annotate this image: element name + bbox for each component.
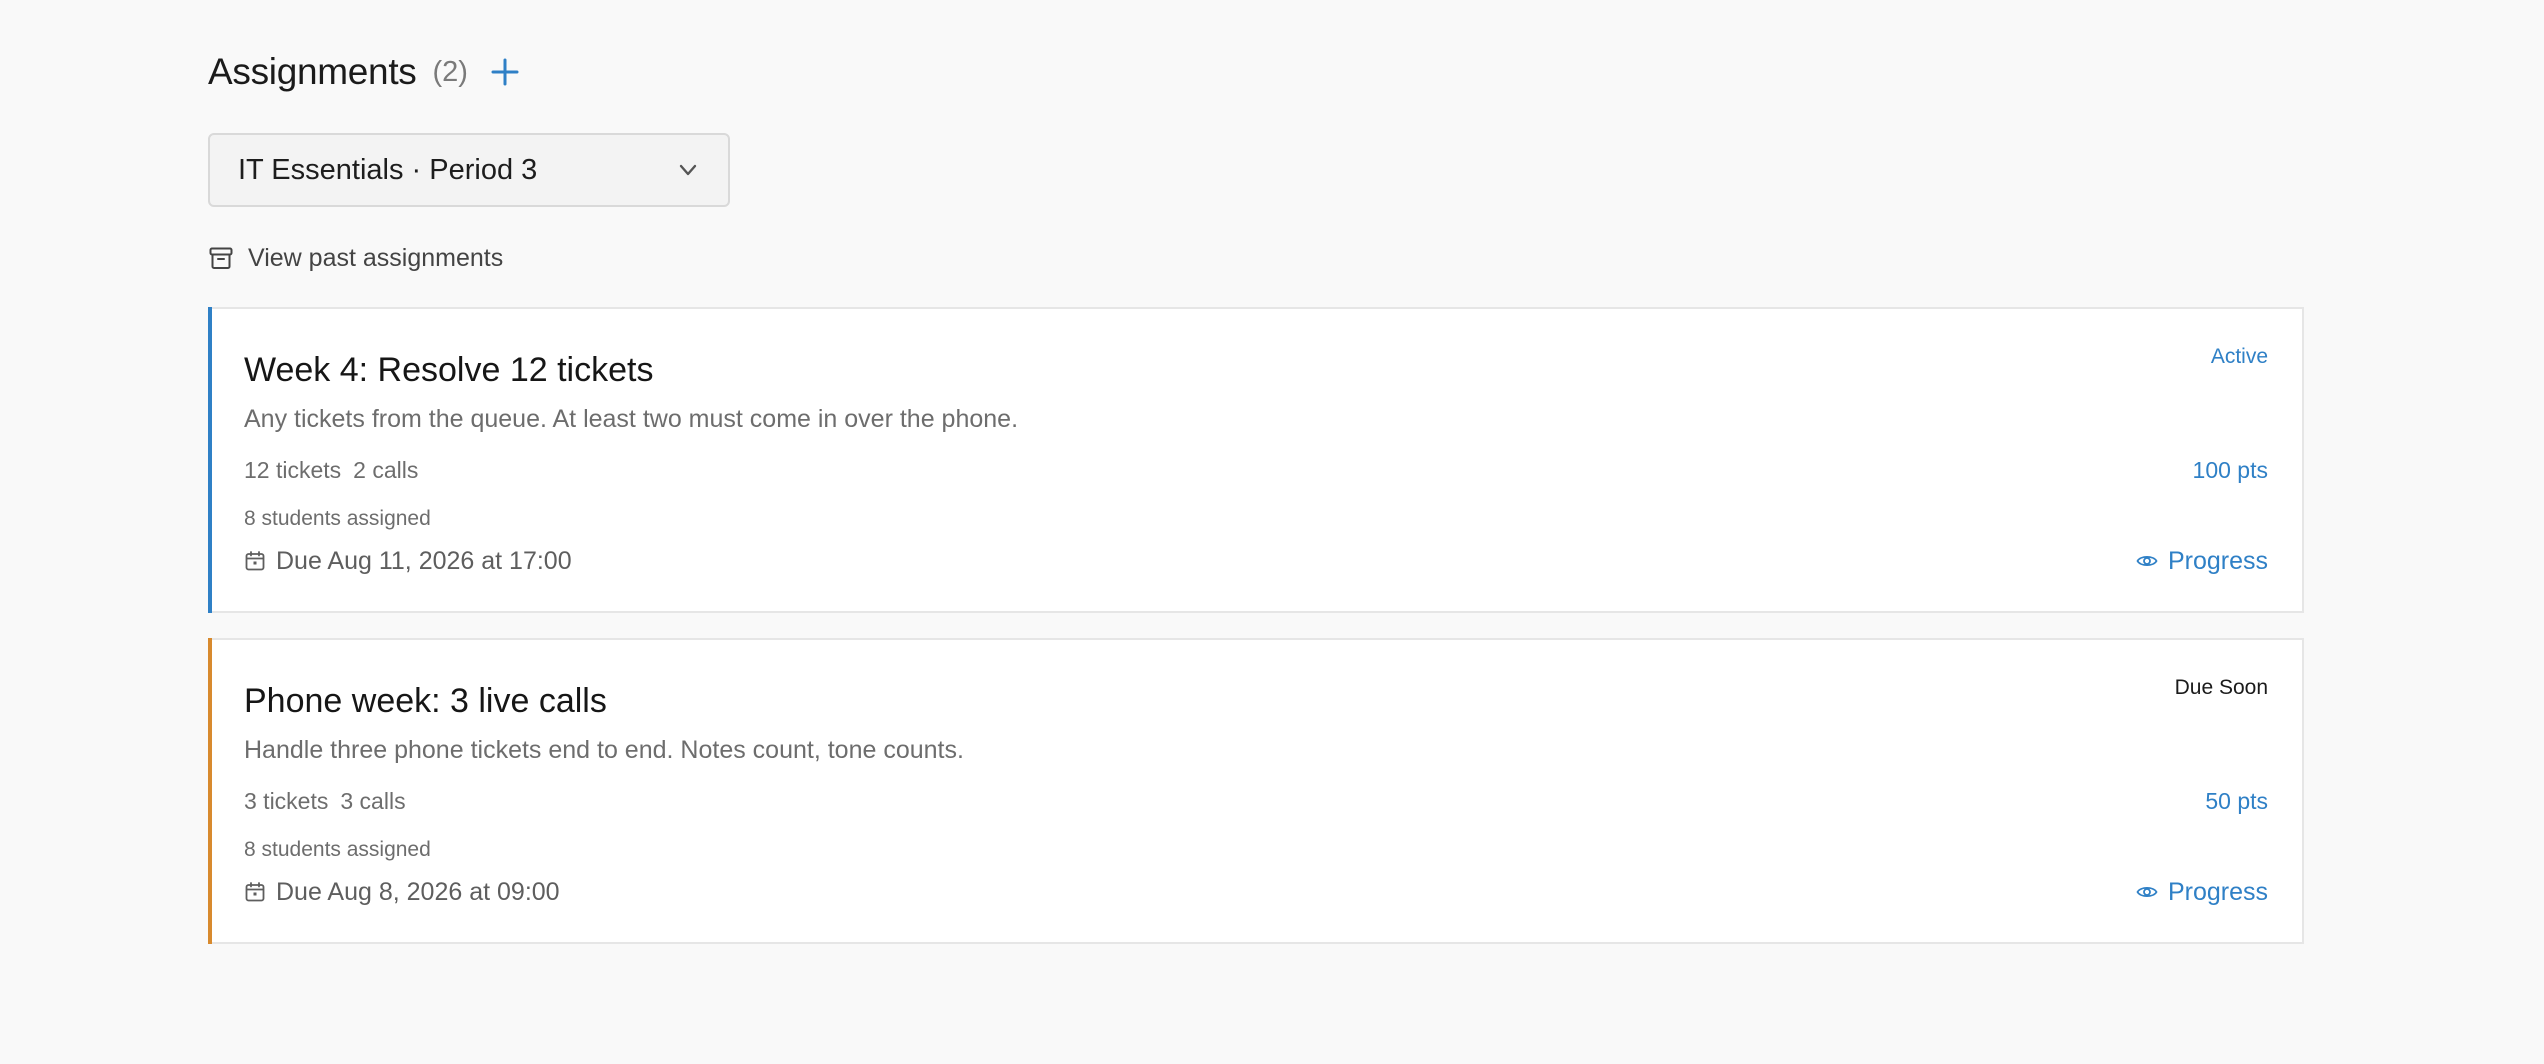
points-value: 50 pts — [2205, 788, 2268, 814]
calendar-icon — [245, 882, 265, 902]
status-accent-bar — [208, 307, 212, 613]
students-assigned: 8 students assigned — [244, 838, 431, 861]
due-date: Due Aug 8, 2026 at 09:00 — [244, 876, 560, 908]
assignment-count: (2) — [432, 55, 468, 88]
tickets-count: 12 tickets — [244, 457, 342, 483]
page-header: Assignments (2) — [208, 48, 522, 96]
status-badge: Active — [2210, 345, 2268, 368]
class-select[interactable]: IT Essentials · Period 3 — [208, 133, 730, 207]
points-value: 100 pts — [2192, 457, 2268, 483]
archive-icon — [209, 247, 233, 269]
status-badge: Due Soon — [2174, 676, 2268, 699]
assignment-metrics: 12 tickets 2 calls — [244, 457, 418, 484]
assignment-card[interactable]: Phone week: 3 live calls Handle three ph… — [208, 638, 2304, 944]
due-date-text: Due Aug 11, 2026 at 17:00 — [276, 546, 572, 575]
tickets-count: 3 tickets — [244, 788, 329, 814]
assignment-card[interactable]: Week 4: Resolve 12 tickets Any tickets f… — [208, 307, 2304, 613]
chevron-down-icon — [679, 164, 697, 176]
eye-icon — [2136, 886, 2158, 898]
view-past-assignments-label: View past assignments — [248, 243, 504, 272]
calls-count: 3 calls — [340, 788, 406, 814]
progress-button[interactable]: Progress — [2136, 876, 2268, 908]
assignment-description: Handle three phone tickets end to end. N… — [244, 736, 964, 764]
due-date: Due Aug 11, 2026 at 17:00 — [244, 545, 572, 577]
assignment-description: Any tickets from the queue. At least two… — [244, 405, 1019, 433]
page-title: Assignments — [208, 51, 417, 92]
students-assigned: 8 students assigned — [244, 507, 431, 530]
calls-count: 2 calls — [353, 457, 419, 483]
progress-button[interactable]: Progress — [2136, 545, 2268, 577]
plus-icon — [491, 58, 519, 86]
add-assignment-button[interactable] — [488, 55, 522, 89]
progress-label: Progress — [2167, 546, 2268, 575]
due-date-text: Due Aug 8, 2026 at 09:00 — [276, 877, 560, 906]
eye-icon — [2136, 555, 2158, 567]
assignment-metrics: 3 tickets 3 calls — [244, 788, 406, 815]
assignment-title: Phone week: 3 live calls — [244, 682, 607, 720]
assignment-title: Week 4: Resolve 12 tickets — [244, 351, 654, 389]
progress-label: Progress — [2167, 877, 2268, 906]
calendar-icon — [245, 551, 265, 571]
status-accent-bar — [208, 638, 212, 944]
view-past-assignments-link[interactable]: View past assignments — [208, 240, 503, 276]
class-select-value: IT Essentials · Period 3 — [238, 153, 538, 186]
